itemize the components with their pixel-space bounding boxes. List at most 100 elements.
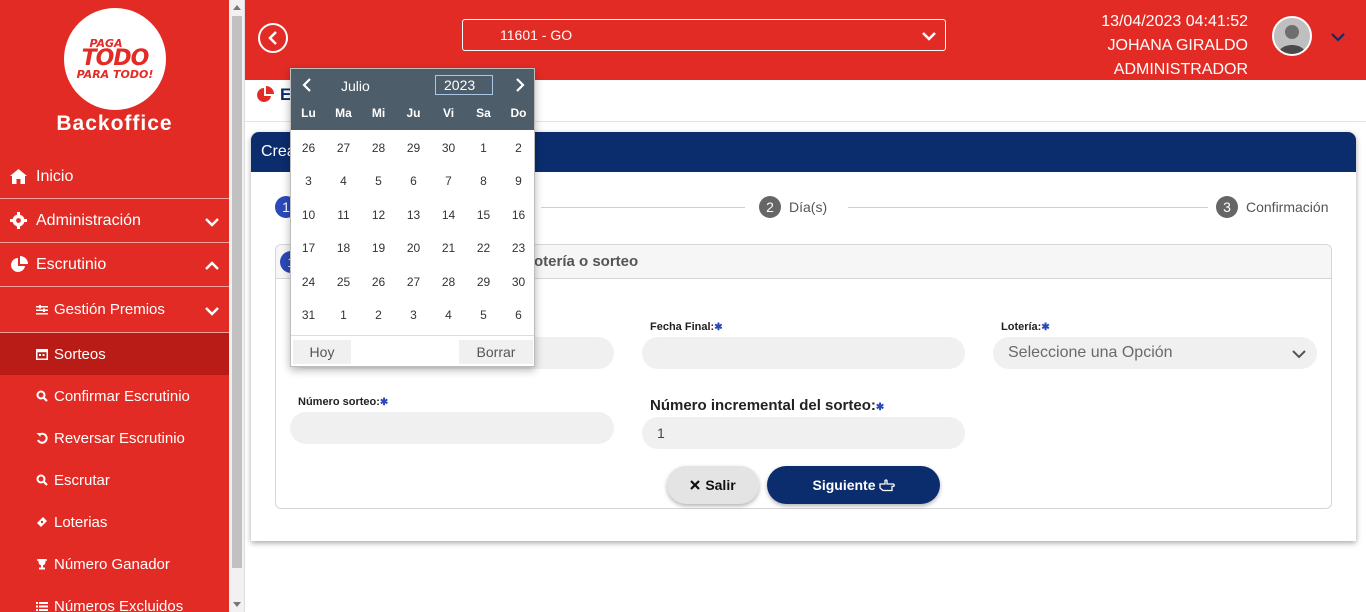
datepicker-day[interactable]: 6 [501, 308, 536, 322]
back-button[interactable] [258, 23, 288, 53]
hand-pointer-icon [878, 478, 895, 492]
scroll-up-arrow-icon[interactable] [233, 5, 241, 10]
datepicker-month[interactable]: Julio [341, 78, 370, 94]
datepicker-day[interactable]: 24 [291, 275, 326, 289]
datepicker-day[interactable]: 29 [396, 141, 431, 155]
list-icon [36, 601, 50, 612]
datepicker-day[interactable]: 2 [501, 141, 536, 155]
user-info: 13/04/2023 04:41:52 JOHANA GIRALDO ADMIN… [1101, 10, 1248, 82]
sidebar-item-inicio[interactable]: Inicio [0, 155, 229, 199]
header-datetime: 13/04/2023 04:41:52 [1101, 13, 1248, 30]
datepicker-day[interactable]: 13 [396, 208, 431, 222]
datepicker-day[interactable]: 9 [501, 174, 536, 188]
datepicker-day[interactable]: 4 [431, 308, 466, 322]
chevron-up-icon [205, 258, 219, 276]
datepicker-day[interactable]: 6 [396, 174, 431, 188]
datepicker-day[interactable]: 16 [501, 208, 536, 222]
datepicker-day[interactable]: 3 [291, 174, 326, 188]
datepicker-day[interactable]: 4 [326, 174, 361, 188]
chevron-down-icon [205, 214, 219, 232]
datepicker-day[interactable]: 27 [326, 141, 361, 155]
datepicker-next-button[interactable] [510, 75, 530, 95]
sidebar-item-loterias[interactable]: Loterias [0, 501, 229, 543]
sidebar-item-label: Escrutinio [36, 255, 107, 273]
datepicker-day[interactable]: 1 [326, 308, 361, 322]
sidebar-item-gestion-premios[interactable]: Gestión Premios [0, 287, 229, 333]
datepicker-day[interactable]: 12 [361, 208, 396, 222]
datepicker-prev-button[interactable] [297, 75, 317, 95]
datepicker-day[interactable]: 27 [396, 275, 431, 289]
gear-icon [10, 212, 32, 229]
datepicker-day[interactable]: 22 [466, 241, 501, 255]
wizard-step-2[interactable]: 2 Día(s) [759, 196, 827, 218]
datepicker-year-input[interactable]: 2023 [435, 75, 493, 95]
datepicker-day[interactable]: 17 [291, 241, 326, 255]
datepicker-day[interactable]: 19 [361, 241, 396, 255]
step-label: Confirmación [1246, 199, 1329, 215]
datepicker-day[interactable]: 1 [466, 141, 501, 155]
search-icon [36, 390, 50, 402]
weekday-label: Sa [476, 106, 491, 120]
sidebar-item-administracion[interactable]: Administración [0, 199, 229, 243]
trophy-icon [36, 558, 50, 570]
datepicker-day[interactable]: 10 [291, 208, 326, 222]
sidebar-item-sorteos[interactable]: Sorteos [0, 333, 229, 375]
datepicker-today-button[interactable]: Hoy [293, 340, 351, 364]
datepicker-day[interactable]: 20 [396, 241, 431, 255]
datepicker-day[interactable]: 28 [361, 141, 396, 155]
datepicker-week: 31 1 2 3 4 5 6 [291, 299, 536, 333]
weekday-label: Ju [406, 106, 421, 120]
datepicker-day[interactable]: 14 [431, 208, 466, 222]
wizard-step-3[interactable]: 3 Confirmación [1216, 196, 1328, 218]
datepicker-day[interactable]: 30 [431, 141, 466, 155]
datepicker-day[interactable]: 30 [501, 275, 536, 289]
numero-sorteo-field[interactable] [290, 412, 614, 444]
weekday-label: Lu [301, 106, 316, 120]
numero-incremental-field[interactable]: 1 [642, 417, 965, 449]
datepicker-day[interactable]: 31 [291, 308, 326, 322]
step-number: 2 [759, 196, 781, 218]
datepicker-day[interactable]: 5 [466, 308, 501, 322]
datepicker-day[interactable]: 3 [396, 308, 431, 322]
datepicker-day[interactable]: 2 [361, 308, 396, 322]
datepicker-day[interactable]: 15 [466, 208, 501, 222]
datepicker-clear-button[interactable]: Borrar [459, 340, 533, 364]
datepicker-day[interactable]: 23 [501, 241, 536, 255]
datepicker-day[interactable]: 11 [326, 208, 361, 222]
sidebar-item-confirmar-escrutinio[interactable]: Confirmar Escrutinio [0, 375, 229, 417]
sidebar-item-escrutar[interactable]: Escrutar [0, 459, 229, 501]
fecha-final-field[interactable] [642, 337, 965, 369]
exit-button-label: Salir [705, 477, 736, 493]
datepicker-day[interactable]: 26 [291, 141, 326, 155]
datepicker-day[interactable]: 7 [431, 174, 466, 188]
step-label: Día(s) [789, 199, 828, 215]
scrollbar-thumb[interactable] [232, 16, 242, 568]
sidebar-item-numeros-excluidos[interactable]: Números Excluidos [0, 585, 229, 612]
step-connector [541, 207, 745, 208]
datepicker-day[interactable]: 18 [326, 241, 361, 255]
scroll-down-arrow-icon[interactable] [233, 602, 241, 607]
datepicker-day[interactable]: 28 [431, 275, 466, 289]
datepicker-day[interactable]: 5 [361, 174, 396, 188]
datepicker-day[interactable]: 21 [431, 241, 466, 255]
store-select[interactable]: 11601 - GO [462, 19, 946, 51]
datepicker-day[interactable]: 26 [361, 275, 396, 289]
datepicker-popup: Julio 2023 Lu Ma Mi Ju Vi Sa Do 26 27 28… [290, 68, 535, 367]
datepicker-day[interactable]: 8 [466, 174, 501, 188]
datepicker-day[interactable]: 25 [326, 275, 361, 289]
sidebar-item-escrutinio[interactable]: Escrutinio [0, 243, 229, 287]
sidebar-item-numero-ganador[interactable]: Número Ganador [0, 543, 229, 585]
avatar[interactable] [1272, 16, 1312, 56]
next-button[interactable]: Siguiente [767, 466, 940, 504]
sidebar-scrollbar[interactable] [229, 0, 245, 612]
datepicker-week: 3 4 5 6 7 8 9 [291, 165, 536, 199]
sidebar: PAGA TODO PARA TODO! Backoffice Inicio A… [0, 0, 229, 612]
datepicker-day[interactable]: 29 [466, 275, 501, 289]
sidebar-item-reversar-escrutinio[interactable]: Reversar Escrutinio [0, 417, 229, 459]
numero-sorteo-label: Número sorteo:✱ [298, 396, 388, 408]
sidebar-item-label: Gestión Premios [54, 301, 165, 318]
loteria-select[interactable]: Seleccione una Opción [993, 337, 1317, 369]
loteria-select-placeholder: Seleccione una Opción [1008, 344, 1173, 361]
user-menu-chevron-icon[interactable] [1331, 29, 1345, 47]
exit-button[interactable]: Salir [667, 466, 759, 504]
